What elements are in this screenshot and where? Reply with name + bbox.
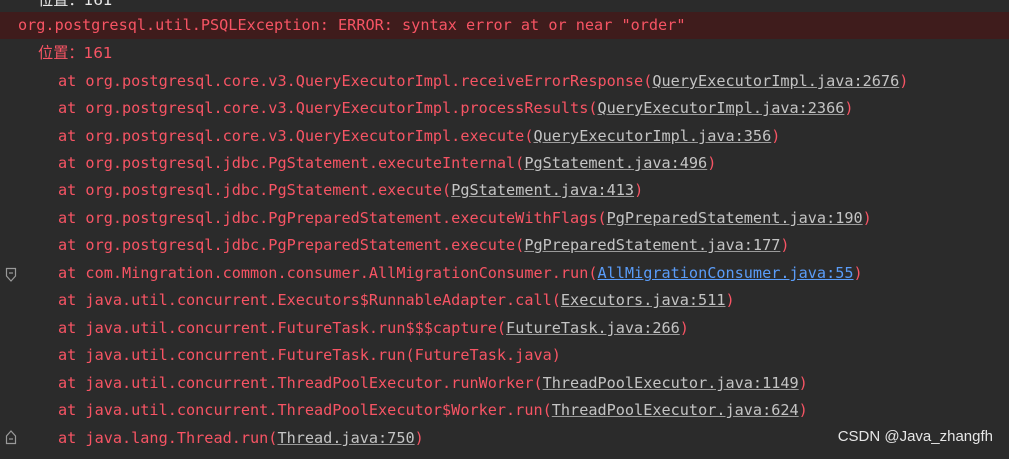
source-link[interactable]: PgPreparedStatement.java:177 [524, 236, 780, 254]
stack-frame: at org.postgresql.jdbc.PgStatement.execu… [58, 177, 643, 204]
stack-frame: at org.postgresql.core.v3.QueryExecutorI… [58, 95, 854, 122]
frame-close: ) [862, 209, 872, 227]
frame-method: at java.util.concurrent.FutureTask.run(F… [58, 346, 561, 364]
source-link[interactable]: Thread.java:750 [277, 429, 414, 447]
exception-message: org.postgresql.util.PSQLException: ERROR… [0, 12, 1009, 39]
fold-start-icon[interactable] [5, 267, 17, 283]
frame-close: ) [634, 181, 644, 199]
frame-method: at java.util.concurrent.FutureTask.run$$… [58, 319, 507, 337]
fold-end-icon[interactable] [5, 429, 17, 445]
source-link-user-code[interactable]: AllMigrationConsumer.java:55 [597, 264, 853, 282]
frame-method: at org.postgresql.core.v3.QueryExecutorI… [58, 72, 653, 90]
source-link[interactable]: FutureTask.java:266 [506, 319, 680, 337]
frame-method: at com.Mingration.common.consumer.AllMig… [58, 264, 598, 282]
stack-frame: at java.util.concurrent.FutureTask.run(F… [58, 342, 561, 369]
error-position: 位置：161 [38, 44, 113, 62]
frame-method: at org.postgresql.jdbc.PgPreparedStateme… [58, 209, 607, 227]
stack-frame: at org.postgresql.core.v3.QueryExecutorI… [58, 68, 908, 95]
frame-close: ) [725, 291, 735, 309]
stack-frame: at java.lang.Thread.run(Thread.java:750) [58, 425, 424, 452]
frame-method: at java.util.concurrent.Executors$Runnab… [58, 291, 561, 309]
frame-close: ) [844, 99, 854, 117]
frame-close: ) [899, 72, 909, 90]
frame-close: ) [414, 429, 424, 447]
frame-close: ) [780, 236, 790, 254]
stack-frame: at org.postgresql.jdbc.PgPreparedStateme… [58, 205, 872, 232]
frame-method: at org.postgresql.jdbc.PgStatement.execu… [58, 154, 525, 172]
stack-frame: at com.Mingration.common.consumer.AllMig… [58, 260, 863, 287]
frame-close: ) [707, 154, 717, 172]
frame-close: ) [853, 264, 863, 282]
frame-method: at java.lang.Thread.run( [58, 429, 278, 447]
source-link[interactable]: QueryExecutorImpl.java:2366 [597, 99, 844, 117]
stack-frame: at org.postgresql.jdbc.PgStatement.execu… [58, 150, 716, 177]
frame-close: ) [771, 127, 781, 145]
frame-close: ) [679, 319, 689, 337]
frame-method: at org.postgresql.jdbc.PgStatement.execu… [58, 181, 452, 199]
stack-frame: at java.util.concurrent.ThreadPoolExecut… [58, 397, 808, 424]
watermark: CSDN @Java_zhangfh [837, 428, 993, 445]
source-link[interactable]: QueryExecutorImpl.java:356 [533, 127, 771, 145]
frame-method: at java.util.concurrent.ThreadPoolExecut… [58, 374, 543, 392]
frame-close: ) [798, 401, 808, 419]
frame-method: at org.postgresql.core.v3.QueryExecutorI… [58, 99, 598, 117]
source-link[interactable]: PgStatement.java:413 [451, 181, 634, 199]
stack-frame: at java.util.concurrent.Executors$Runnab… [58, 287, 735, 314]
source-link[interactable]: PgPreparedStatement.java:190 [607, 209, 863, 227]
stack-frame: at java.util.concurrent.FutureTask.run$$… [58, 315, 689, 342]
frame-close: ) [798, 374, 808, 392]
frame-method: at org.postgresql.core.v3.QueryExecutorI… [58, 127, 534, 145]
frame-method: at org.postgresql.jdbc.PgPreparedStateme… [58, 236, 525, 254]
frame-method: at java.util.concurrent.ThreadPoolExecut… [58, 401, 552, 419]
source-link[interactable]: ThreadPoolExecutor.java:624 [552, 401, 799, 419]
stack-frame: at java.util.concurrent.ThreadPoolExecut… [58, 370, 808, 397]
source-link[interactable]: PgStatement.java:496 [524, 154, 707, 172]
stack-frame: at org.postgresql.jdbc.PgPreparedStateme… [58, 232, 790, 259]
source-link[interactable]: QueryExecutorImpl.java:2676 [652, 72, 899, 90]
source-link[interactable]: Executors.java:511 [561, 291, 726, 309]
stack-frame: at org.postgresql.core.v3.QueryExecutorI… [58, 123, 780, 150]
source-link[interactable]: ThreadPoolExecutor.java:1149 [543, 374, 799, 392]
